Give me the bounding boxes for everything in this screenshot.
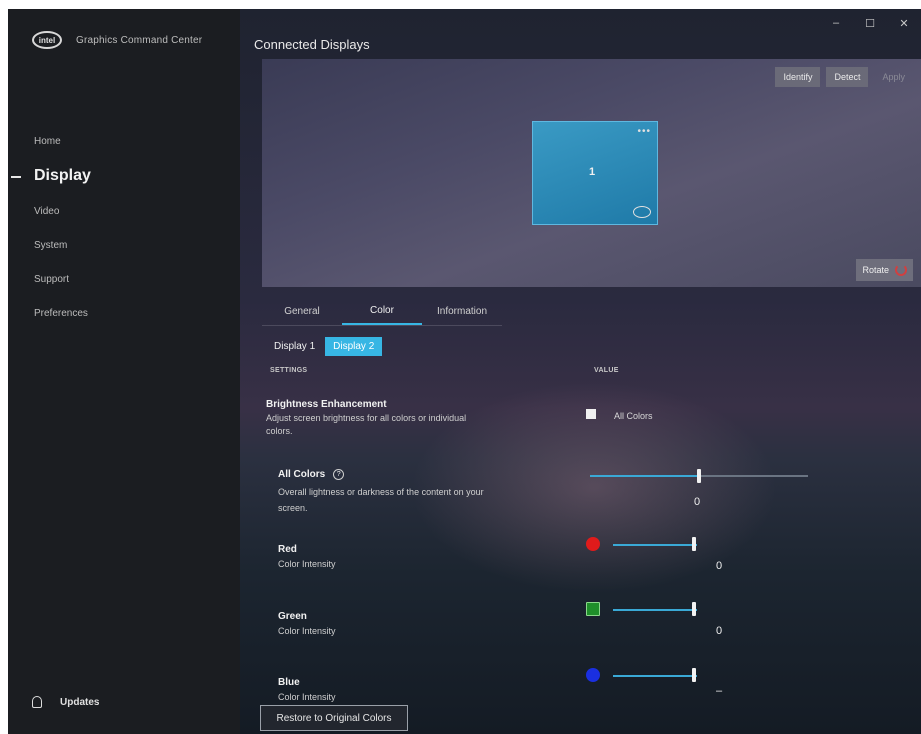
tab-color[interactable]: Color xyxy=(342,297,422,325)
all-colors-desc-line2: screen. xyxy=(278,503,308,513)
all-colors-desc-line1: Overall lightness or darkness of the con… xyxy=(278,487,484,497)
sidebar-item-home[interactable]: Home xyxy=(8,124,240,158)
active-marker xyxy=(11,176,21,178)
slider-fill xyxy=(613,544,697,546)
rotate-label: Rotate xyxy=(862,265,889,275)
window-controls: – ☐ ✕ xyxy=(819,9,921,37)
sidebar-item-preferences[interactable]: Preferences xyxy=(8,296,240,330)
display-selector: Display 1 Display 2 xyxy=(270,337,383,356)
tab-information[interactable]: Information xyxy=(422,297,502,325)
maximize-button[interactable]: ☐ xyxy=(853,9,887,37)
green-value: 0 xyxy=(716,625,723,637)
sidebar-item-label: Home xyxy=(34,135,61,147)
red-slider-thumb[interactable] xyxy=(692,537,696,551)
sidebar-item-video[interactable]: Video xyxy=(8,194,240,228)
red-swatch xyxy=(586,537,600,551)
brightness-desc-line2: colors. xyxy=(266,426,293,436)
display-1-button[interactable]: Display 1 xyxy=(270,337,319,356)
rotate-button[interactable]: Rotate xyxy=(856,259,913,281)
blue-slider[interactable] xyxy=(613,675,697,677)
tab-general[interactable]: General xyxy=(262,297,342,325)
green-swatch xyxy=(586,602,600,616)
bell-icon xyxy=(32,696,42,708)
detect-button[interactable]: Detect xyxy=(826,67,869,87)
slider-fill xyxy=(613,675,697,677)
blue-swatch xyxy=(586,668,600,682)
sidebar-item-support[interactable]: Support xyxy=(8,262,240,296)
all-colors-title: All Colors? xyxy=(278,469,345,481)
sidebar-item-label: Display xyxy=(34,167,91,184)
settings-tabs: General Color Information xyxy=(262,297,502,325)
sidebar-item-label: Preferences xyxy=(34,307,88,319)
apply-button[interactable]: Apply xyxy=(874,67,913,87)
settings-column-header: SETTINGS xyxy=(270,367,308,374)
restore-original-colors-button[interactable]: Restore to Original Colors xyxy=(260,705,408,731)
display-2-button[interactable]: Display 2 xyxy=(325,337,383,356)
updates-button[interactable]: Updates xyxy=(32,696,99,708)
preview-actions: Identify Detect Apply xyxy=(775,67,913,87)
identify-button[interactable]: Identify xyxy=(775,67,821,87)
display-preview: Identify Detect Apply ••• 1 Rotate xyxy=(262,59,921,287)
all-colors-slider-thumb[interactable] xyxy=(697,469,701,483)
sidebar-item-label: System xyxy=(34,239,68,251)
all-colors-checkbox-label: All Colors xyxy=(614,411,653,421)
value-column-header: VALUE xyxy=(594,367,619,374)
intel-logo-icon: intel xyxy=(32,31,62,49)
sidebar-item-display[interactable]: Display xyxy=(8,158,240,194)
rotate-icon xyxy=(895,264,907,276)
close-button[interactable]: ✕ xyxy=(887,9,921,37)
sidebar-nav: Home Display Video System Support Prefer… xyxy=(8,124,240,330)
intel-logo-icon xyxy=(633,206,651,218)
sidebar-item-system[interactable]: System xyxy=(8,228,240,262)
monitor-number: 1 xyxy=(589,166,596,178)
blue-title: Blue xyxy=(278,677,300,688)
red-slider[interactable] xyxy=(613,544,697,546)
blue-value: – xyxy=(716,685,723,697)
green-desc: Color Intensity xyxy=(278,626,336,636)
slider-fill xyxy=(613,609,697,611)
blue-desc: Color Intensity xyxy=(278,692,336,702)
page-title: Connected Displays xyxy=(254,37,370,52)
brightness-desc-line1: Adjust screen brightness for all colors … xyxy=(266,413,467,423)
brand: intel Graphics Command Center xyxy=(32,31,202,49)
main-panel: Connected Displays – ☐ ✕ Identify Detect… xyxy=(240,9,921,734)
all-colors-checkbox[interactable] xyxy=(586,409,596,419)
blue-slider-thumb[interactable] xyxy=(692,668,696,682)
monitor-tile[interactable]: ••• 1 xyxy=(532,121,658,225)
green-slider[interactable] xyxy=(613,609,697,611)
red-value: 0 xyxy=(716,560,723,572)
green-slider-thumb[interactable] xyxy=(692,602,696,616)
app-window: intel Graphics Command Center Home Displ… xyxy=(8,9,921,734)
green-title: Green xyxy=(278,611,307,622)
info-icon[interactable]: ? xyxy=(333,469,345,480)
sidebar: intel Graphics Command Center Home Displ… xyxy=(8,9,240,734)
all-colors-label: All Colors xyxy=(278,469,326,481)
slider-fill xyxy=(590,475,699,477)
red-desc: Color Intensity xyxy=(278,559,336,569)
minimize-button[interactable]: – xyxy=(819,9,853,37)
more-options-icon[interactable]: ••• xyxy=(637,126,651,137)
brightness-title: Brightness Enhancement xyxy=(266,399,387,410)
tab-divider xyxy=(262,325,502,326)
all-colors-value: 0 xyxy=(694,496,701,508)
red-title: Red xyxy=(278,544,297,555)
logo-text: intel xyxy=(38,35,56,45)
sidebar-item-label: Support xyxy=(34,273,70,285)
updates-label: Updates xyxy=(60,696,100,708)
app-name: Graphics Command Center xyxy=(76,34,203,46)
sidebar-item-label: Video xyxy=(34,205,60,217)
